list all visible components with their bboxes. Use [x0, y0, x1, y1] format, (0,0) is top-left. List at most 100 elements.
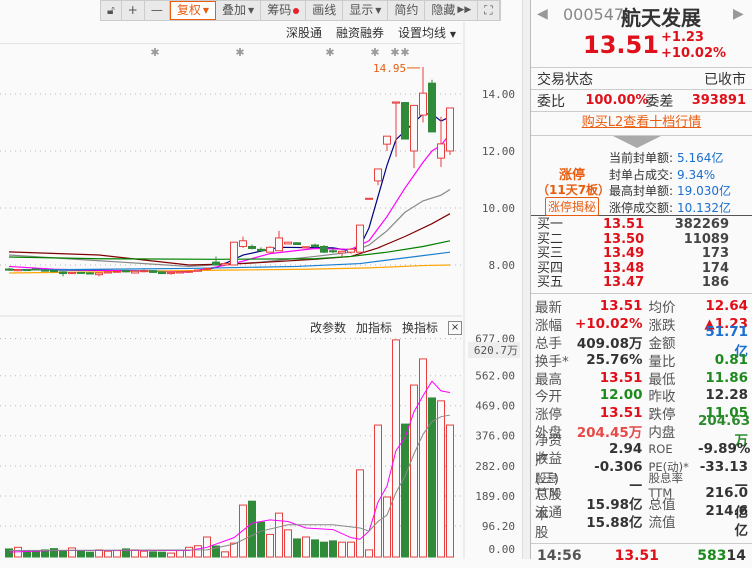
max-price-annotation: 14.95 [373, 62, 406, 75]
prev-stock-icon[interactable]: ◀ [537, 6, 548, 22]
next-stock-icon[interactable]: ▶ [733, 6, 744, 22]
candle-body [50, 270, 58, 273]
ma-line-ma60 [8, 240, 451, 260]
quote-stats: 最新 13.51 均价 12.64 涨幅 +10.02% 涨跌 ▲1.23 总手 409.08万金… [531, 294, 752, 544]
edit-params-button[interactable]: 改参数 [310, 319, 346, 336]
candle-body [23, 269, 31, 272]
price-change-pct: +10.02% [661, 46, 727, 61]
candle-body [212, 261, 220, 266]
stat-value: +10.02% [574, 315, 643, 332]
volume-bar [176, 550, 184, 558]
candle-body [185, 270, 193, 273]
order-ratio: 100.00% [585, 93, 649, 108]
volume-bar [365, 549, 373, 558]
limit-up-reveal-button[interactable]: 涨停揭秘 [545, 197, 600, 216]
stat-label: 流值 [648, 514, 676, 531]
volume-current-label: 620.7万 [474, 344, 518, 357]
candle-body [140, 270, 148, 273]
candle-body [293, 242, 301, 245]
candle-body [230, 241, 238, 266]
trade-status: 已收市 [704, 71, 746, 88]
bid-price: 13.48 [603, 260, 645, 276]
volume-bar [257, 521, 265, 558]
price-change: +1.23 [661, 30, 704, 45]
candle-body [86, 272, 94, 275]
candle-body [374, 168, 382, 182]
stat-value: 204.45万 [576, 425, 643, 442]
stat-row: 最高 13.51 最低 11.86 [535, 369, 749, 388]
candle-body [257, 248, 265, 252]
stat-value: 2.94 [609, 441, 643, 458]
volume-tick-label: 469.00 [475, 400, 515, 413]
volume-tick-label: 0.00 [489, 543, 516, 556]
bid-price: 13.47 [603, 275, 645, 291]
kline-chart[interactable]: 14.0012.0010.008.00677.00562.00469.00376… [0, 0, 522, 559]
volume-bar [221, 551, 229, 558]
volume-tick-label: 282.00 [475, 460, 515, 473]
stat-row: 流通股 15.88亿 流值 214.6亿 [535, 503, 748, 541]
limit-up-info: 当前封单额: 5.164亿 封单占成交: 9.34% 最高封单额: 19.030亿 涨… [609, 151, 732, 215]
candle-body [176, 271, 184, 274]
candle-body [104, 271, 112, 274]
stat-value: 13.51 [599, 369, 643, 386]
price-tick-label: 10.00 [482, 202, 515, 215]
ma-line-ma20 [8, 188, 451, 268]
bid-volume: 186 [701, 275, 729, 291]
candle-body [194, 269, 202, 272]
collapse-chevron-icon[interactable] [613, 136, 661, 148]
add-indicator-button[interactable]: 加指标 [356, 319, 392, 336]
bid-level: 买五 [537, 275, 564, 291]
volume-bar [275, 512, 283, 558]
volume-bar [338, 541, 346, 558]
candle-body [284, 241, 292, 245]
order-diff: 393891 [691, 93, 746, 108]
price-tick-label: 12.00 [482, 145, 515, 158]
volume-bar [149, 551, 157, 558]
candle-body [41, 269, 49, 272]
bid-volume: 382269 [674, 217, 729, 232]
limit-up-days: （11天7板） [537, 183, 611, 197]
stat-row: 总手 409.08万 金额 51.71亿 [535, 324, 748, 360]
bid-row: 买五 13.47 186 [537, 276, 746, 291]
price-tick-label: 14.00 [482, 88, 515, 101]
panel-splitter[interactable] [522, 0, 530, 559]
candle-body [329, 250, 337, 253]
buy-l2-link[interactable]: 购买L2查看十档行情 [531, 112, 752, 136]
stat-row: 换手* 25.76% 量比 0.81 [535, 351, 748, 370]
volume-bar [185, 546, 193, 558]
candle-body [446, 107, 454, 152]
bid-row: 买二 13.50 11089 [537, 232, 746, 248]
stat-value: 12.28 [705, 387, 749, 404]
last-price: 13.51 [583, 31, 659, 59]
ma-line-ma10 [8, 133, 451, 273]
volume-bar [401, 423, 409, 558]
volume-header: 改参数 加指标 换指标 × [310, 319, 463, 336]
volume-bar [167, 552, 175, 558]
candle-body [437, 143, 445, 159]
volume-bar [356, 469, 364, 558]
bid-row: 买一 13.51 382269 [537, 217, 746, 233]
bid-level: 买三 [537, 246, 564, 262]
close-icon[interactable]: × [448, 320, 463, 335]
stat-value: 11.86 [705, 369, 749, 386]
volume-bar [68, 547, 76, 558]
volume-bar [239, 504, 247, 558]
candle-body [365, 197, 373, 200]
change-indicator-button[interactable]: 换指标 [402, 319, 438, 336]
stock-name: 航天发展 [621, 6, 701, 30]
stat-value: 409.08万 [576, 335, 643, 352]
volume-bar [419, 358, 427, 558]
candle-body [158, 271, 166, 275]
stat-value: 12.00 [599, 387, 643, 404]
candle-body [347, 248, 355, 253]
candle-body [68, 271, 76, 275]
volume-tick-label: 189.00 [475, 490, 515, 503]
candle-body [32, 268, 40, 271]
stat-value: 13.51 [599, 405, 643, 422]
candle-body [14, 269, 22, 272]
bid-volume: 174 [701, 260, 729, 276]
tick-row: 14:56 13.51 583 14 [537, 548, 746, 564]
stat-value: 15.88亿 [586, 514, 643, 531]
limit-up-block: 涨停 （11天7板） 涨停揭秘 当前封单额: 5.164亿 封单占成交: 9.34%… [531, 136, 752, 216]
stat-value: — [628, 476, 643, 493]
